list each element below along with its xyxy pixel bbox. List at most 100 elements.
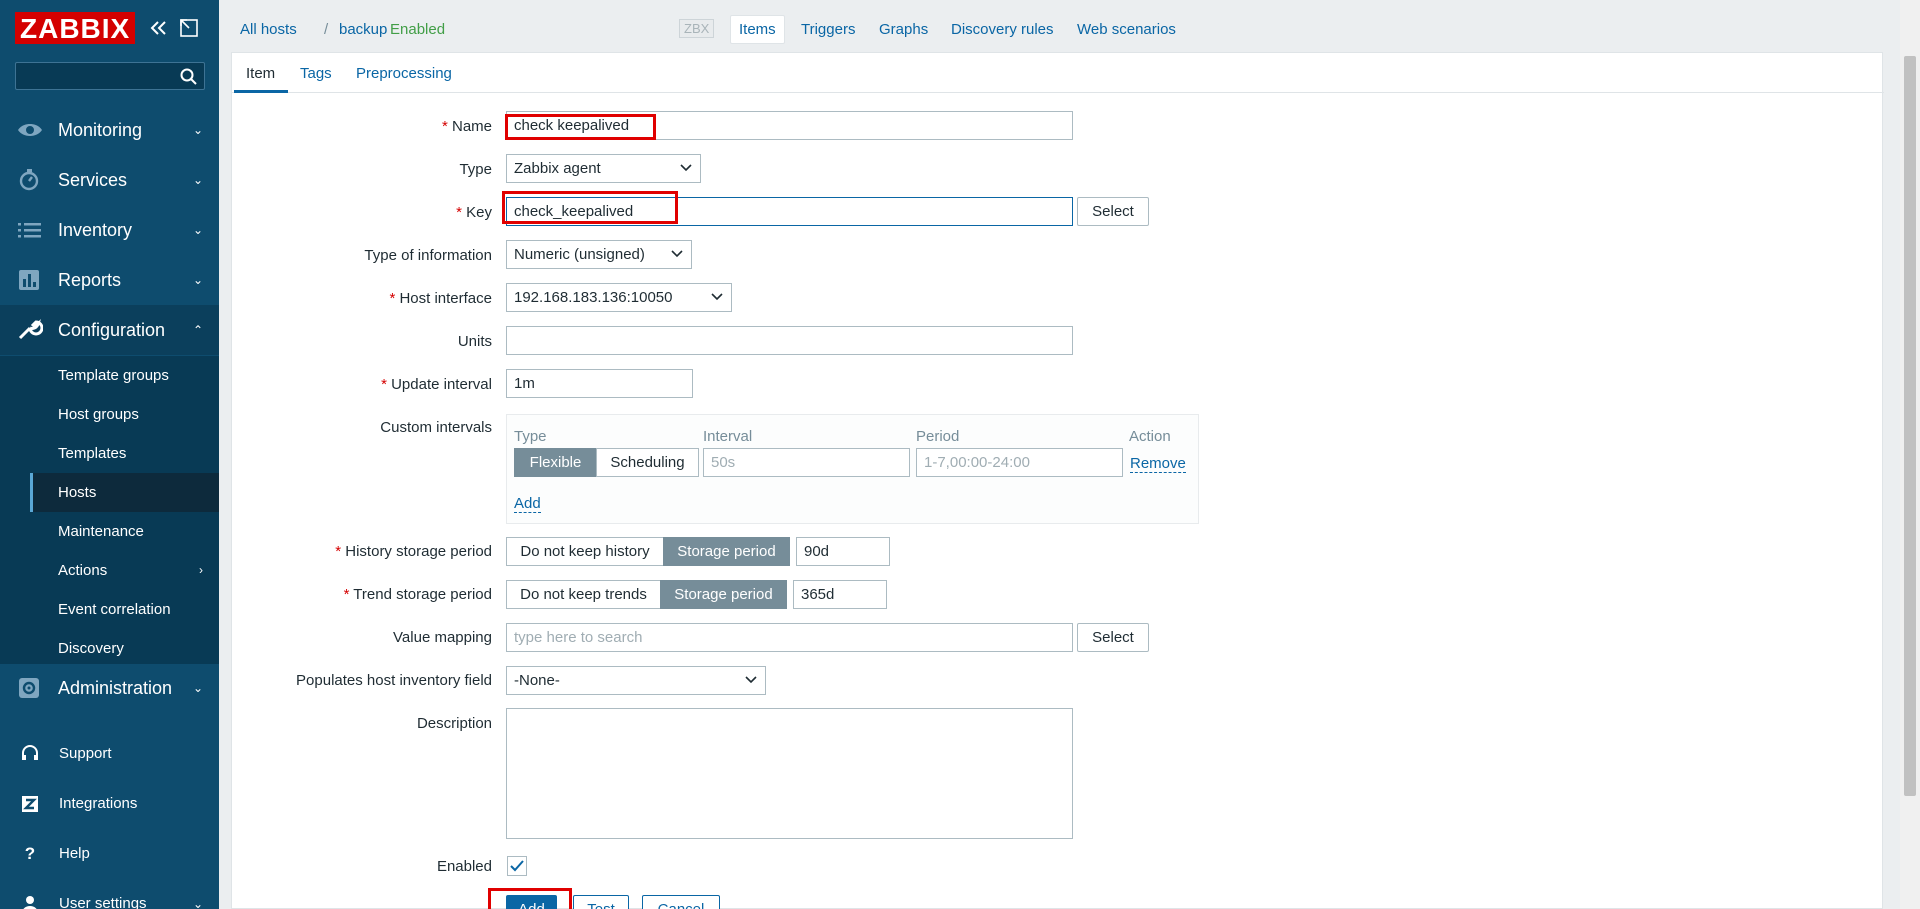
tab-graphs[interactable]: Graphs (879, 21, 928, 38)
key-input[interactable]: check_keepalived (506, 197, 1073, 226)
type-label: Type (459, 161, 492, 178)
chevron-right-icon: › (199, 563, 203, 577)
ci-header-period: Period (916, 428, 960, 445)
nav-administration[interactable]: Administration ⌄ (0, 663, 219, 713)
form-tab-preprocessing[interactable]: Preprocessing (356, 65, 452, 82)
units-input[interactable] (506, 326, 1073, 355)
nav-integrations[interactable]: Integrations (0, 784, 219, 824)
nav-label: Monitoring (58, 120, 143, 140)
breadcrumb-host[interactable]: backup (339, 21, 387, 38)
description-textarea[interactable] (506, 708, 1073, 839)
form-tab-tags[interactable]: Tags (300, 65, 332, 82)
trend-label: * Trend storage period (343, 586, 492, 603)
tab-triggers[interactable]: Triggers (801, 21, 855, 38)
chevron-down-icon: ⌄ (192, 173, 203, 187)
submenu-templates[interactable]: Templates (30, 434, 219, 473)
wrench-icon (18, 318, 43, 340)
value-mapping-select-button[interactable]: Select (1077, 623, 1149, 652)
name-input[interactable]: check keepalived (506, 111, 1073, 140)
host-navigation-bar: All hosts / backup Enabled ZBX Items Tri… (219, 0, 1900, 52)
stopwatch-icon (19, 169, 39, 191)
submenu-host-groups[interactable]: Host groups (30, 395, 219, 434)
form-tab-item[interactable]: Item (246, 65, 275, 82)
zbx-availability-badge: ZBX (679, 19, 715, 38)
nav-user-settings[interactable]: User settings ⌄ (0, 884, 219, 909)
page-scrollbar[interactable] (1900, 0, 1920, 909)
description-label: Description (416, 715, 492, 732)
help-icon: ? (24, 844, 36, 863)
ci-header-action: Action (1129, 428, 1171, 445)
type-select[interactable]: Zabbix agent (506, 154, 701, 183)
type-of-information-value: Numeric (unsigned) (514, 246, 645, 263)
item-form: Item Tags Preprocessing * Name check kee… (231, 52, 1884, 909)
units-label: Units (457, 333, 492, 350)
chevron-down-icon: ⌄ (192, 123, 203, 137)
nav-help[interactable]: ? Help (0, 834, 219, 874)
nav-configuration[interactable]: Configuration ⌃ (0, 305, 219, 355)
period-input[interactable]: 1-7,00:00-24:00 (916, 448, 1123, 477)
nav-monitoring[interactable]: Monitoring ⌄ (0, 105, 219, 155)
sidebar-search-input[interactable] (15, 62, 205, 90)
interval-input[interactable]: 50s (703, 448, 910, 477)
history-do-not-keep[interactable]: Do not keep history (506, 537, 664, 566)
headset-icon (22, 745, 38, 760)
interval-type-flexible[interactable]: Flexible (514, 448, 597, 477)
nav-inventory[interactable]: Inventory ⌄ (0, 205, 219, 255)
chevron-down-icon (745, 676, 757, 684)
value-mapping-input[interactable]: type here to search (506, 623, 1073, 652)
host-interface-select[interactable]: 192.168.183.136:10050 (506, 283, 732, 312)
integrations-icon (22, 796, 38, 812)
zabbix-logo[interactable]: ZABBIX (15, 12, 136, 44)
history-period-input[interactable]: 90d (796, 537, 890, 566)
submenu-event-correlation[interactable]: Event correlation (30, 590, 219, 629)
tab-items[interactable]: Items (730, 15, 785, 44)
add-button[interactable]: Add (506, 895, 557, 909)
update-interval-input[interactable]: 1m (506, 369, 693, 398)
host-status-enabled[interactable]: Enabled (390, 21, 445, 38)
kiosk-mode-icon[interactable] (178, 17, 200, 39)
nav-label: Services (58, 170, 128, 190)
submenu-hosts[interactable]: Hosts (30, 473, 219, 512)
add-interval-link[interactable]: Add (514, 495, 541, 513)
nav-label: User settings (59, 895, 147, 909)
gear-icon (19, 678, 39, 698)
cancel-button[interactable]: Cancel (642, 895, 720, 909)
nav-label: Integrations (59, 795, 138, 812)
enabled-checkbox[interactable] (507, 856, 527, 876)
custom-intervals-label: Custom intervals (380, 419, 492, 436)
breadcrumb-all-hosts[interactable]: All hosts (240, 21, 297, 38)
nav-services[interactable]: Services ⌄ (0, 155, 219, 205)
nav-label: Support (59, 745, 112, 762)
active-tab-indicator (234, 90, 288, 93)
chevron-up-icon: ⌃ (192, 323, 203, 337)
submenu-actions[interactable]: Actions › (30, 551, 219, 590)
trend-period-input[interactable]: 365d (793, 580, 887, 609)
trend-do-not-keep[interactable]: Do not keep trends (506, 580, 661, 609)
tab-web-scenarios[interactable]: Web scenarios (1077, 21, 1176, 38)
type-of-information-select[interactable]: Numeric (unsigned) (506, 240, 692, 269)
list-icon (18, 223, 41, 238)
scrollbar-thumb[interactable] (1904, 56, 1916, 796)
logo-row: ZABBIX (15, 12, 136, 44)
inventory-field-value: -None- (514, 672, 560, 689)
inventory-field-label: Populates host inventory field (296, 672, 492, 689)
remove-interval-link[interactable]: Remove (1130, 455, 1186, 473)
host-interface-label: * Host interface (389, 290, 492, 307)
history-storage-period[interactable]: Storage period (663, 537, 790, 566)
submenu-maintenance[interactable]: Maintenance (30, 512, 219, 551)
nav-reports[interactable]: Reports ⌄ (0, 255, 219, 305)
search-icon[interactable] (180, 68, 198, 86)
collapse-sidebar-icon[interactable] (148, 17, 170, 39)
chevron-down-icon (680, 164, 692, 172)
custom-intervals-table: Type Interval Period Action Flexible Sch… (506, 414, 1199, 524)
tab-discovery-rules[interactable]: Discovery rules (951, 21, 1054, 38)
submenu-template-groups[interactable]: Template groups (30, 356, 219, 395)
trend-storage-period[interactable]: Storage period (660, 580, 787, 609)
test-button[interactable]: Test (573, 895, 629, 909)
chevron-down-icon: ⌄ (192, 223, 203, 237)
inventory-field-select[interactable]: -None- (506, 666, 766, 695)
interval-type-scheduling[interactable]: Scheduling (596, 448, 699, 477)
nav-support[interactable]: Support (0, 734, 219, 774)
key-select-button[interactable]: Select (1077, 197, 1149, 226)
key-label: * Key (456, 204, 492, 221)
